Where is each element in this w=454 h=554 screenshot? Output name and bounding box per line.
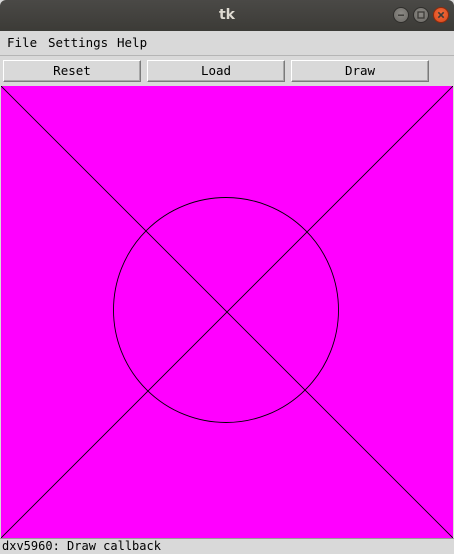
menu-file[interactable]: File: [7, 35, 37, 53]
close-icon: [437, 11, 445, 19]
reset-button[interactable]: Reset: [3, 60, 141, 82]
status-text: dxv5960: Draw callback: [2, 539, 161, 553]
close-button[interactable]: [433, 7, 449, 23]
maximize-button[interactable]: [413, 7, 429, 23]
minimize-button[interactable]: [393, 7, 409, 23]
maximize-icon: [417, 11, 425, 19]
menu-help[interactable]: Help: [117, 35, 147, 53]
title-bar[interactable]: tk: [0, 0, 454, 31]
app-window: tk File Settings Help Reset Load Draw dx…: [0, 0, 454, 554]
drawing-canvas[interactable]: [1, 86, 453, 538]
menu-bar: File Settings Help: [0, 31, 454, 56]
window-title: tk: [218, 7, 235, 23]
status-bar: dxv5960: Draw callback: [0, 538, 454, 554]
load-button[interactable]: Load: [147, 60, 285, 82]
minimize-icon: [398, 14, 404, 16]
draw-button[interactable]: Draw: [291, 60, 429, 82]
canvas-area: [0, 86, 454, 538]
menu-settings[interactable]: Settings: [48, 35, 108, 53]
